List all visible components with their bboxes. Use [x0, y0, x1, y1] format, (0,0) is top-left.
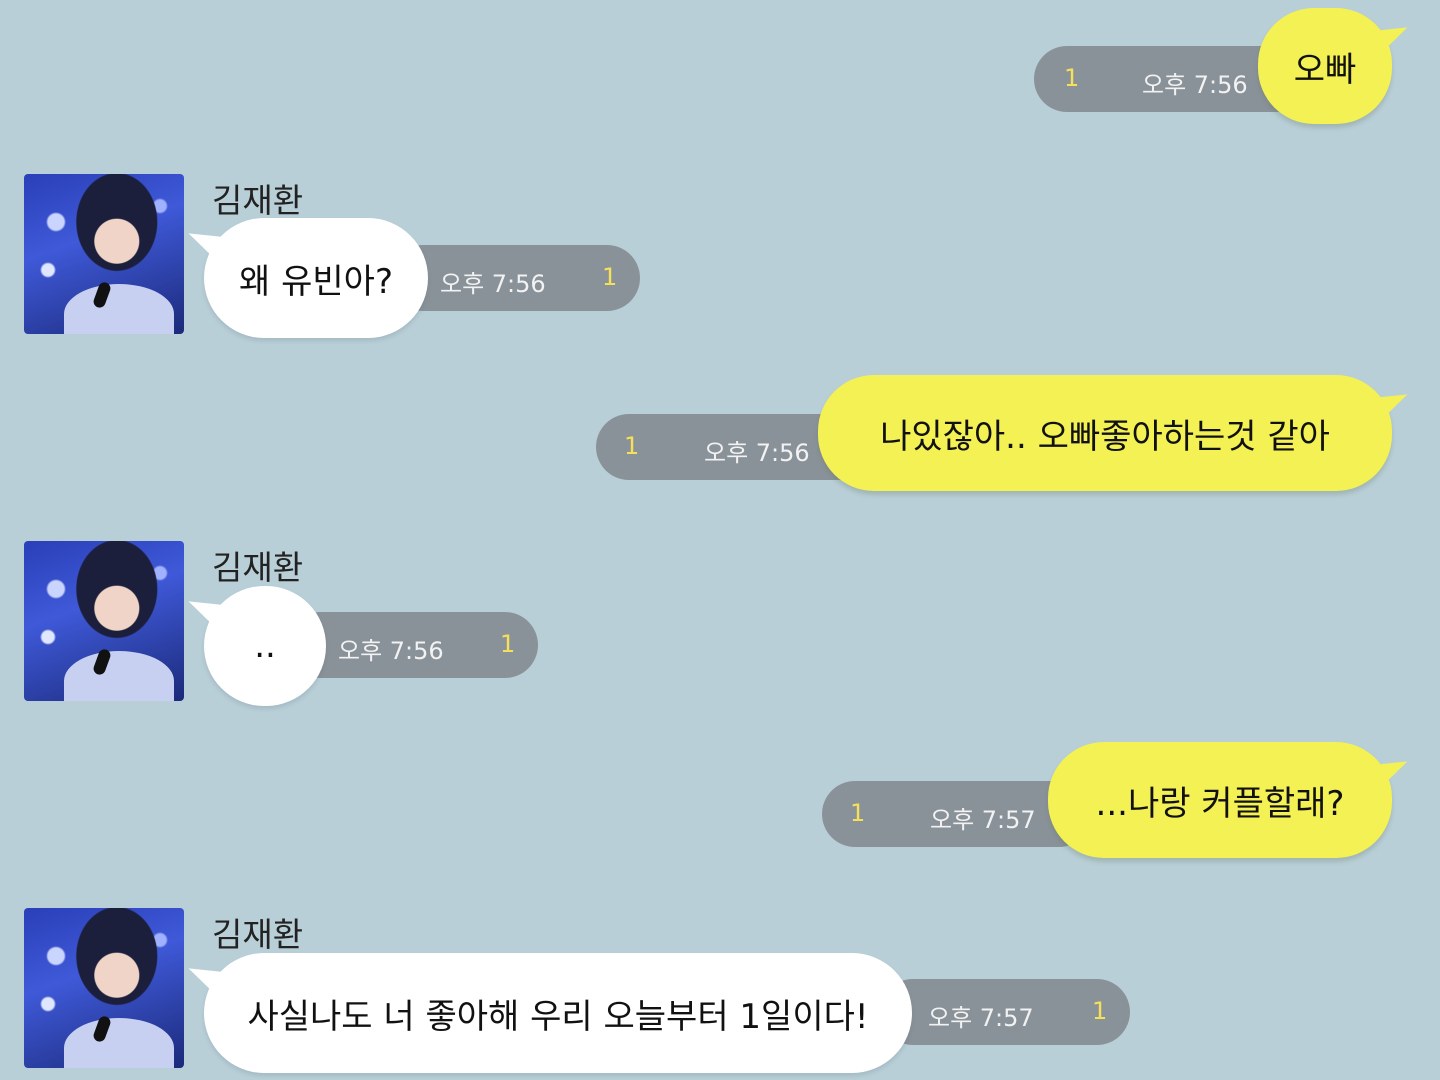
avatar-figure	[64, 651, 174, 701]
message-meta: 오후 7:57 1	[880, 979, 1130, 1045]
unread-count: 1	[850, 799, 866, 827]
message-time: 오후 7:56	[338, 637, 444, 665]
sender-name: 김재환	[212, 915, 304, 954]
message-bubble-theirs[interactable]: 왜 유빈아?	[204, 218, 428, 338]
unread-count: 1	[602, 263, 618, 291]
message-time: 오후 7:56	[704, 439, 810, 467]
message-text: ..	[254, 626, 276, 666]
message-text: 사실나도 너 좋아해 우리 오늘부터 1일이다!	[247, 996, 869, 1037]
message-time: 오후 7:57	[928, 1004, 1034, 1032]
message-time: 오후 7:56	[440, 270, 546, 298]
avatar[interactable]	[24, 908, 184, 1068]
sender-name: 김재환	[212, 548, 304, 587]
message-text: 왜 유빈아?	[239, 261, 393, 302]
sender-name: 김재환	[212, 181, 304, 220]
avatar[interactable]	[24, 541, 184, 701]
message-bubble-theirs[interactable]: ..	[204, 586, 326, 706]
message-text: 오빠	[1293, 49, 1357, 90]
message-bubble-theirs[interactable]: 사실나도 너 좋아해 우리 오늘부터 1일이다!	[204, 953, 912, 1073]
message-bubble-mine[interactable]: 오빠	[1258, 8, 1392, 124]
unread-count: 1	[624, 432, 640, 460]
message-time: 오후 7:56	[1142, 71, 1248, 99]
unread-count: 1	[1064, 64, 1080, 92]
message-bubble-mine[interactable]: 나있잖아.. 오빠좋아하는것 같아	[818, 375, 1392, 491]
message-text: ...나랑 커플할래?	[1095, 783, 1345, 824]
unread-count: 1	[1092, 997, 1108, 1025]
avatar-figure	[64, 1018, 174, 1068]
message-text: 나있잖아.. 오빠좋아하는것 같아	[880, 416, 1330, 457]
unread-count: 1	[500, 630, 516, 658]
avatar-figure	[64, 284, 174, 334]
message-bubble-mine[interactable]: ...나랑 커플할래?	[1048, 742, 1392, 858]
message-time: 오후 7:57	[930, 806, 1036, 834]
avatar[interactable]	[24, 174, 184, 334]
